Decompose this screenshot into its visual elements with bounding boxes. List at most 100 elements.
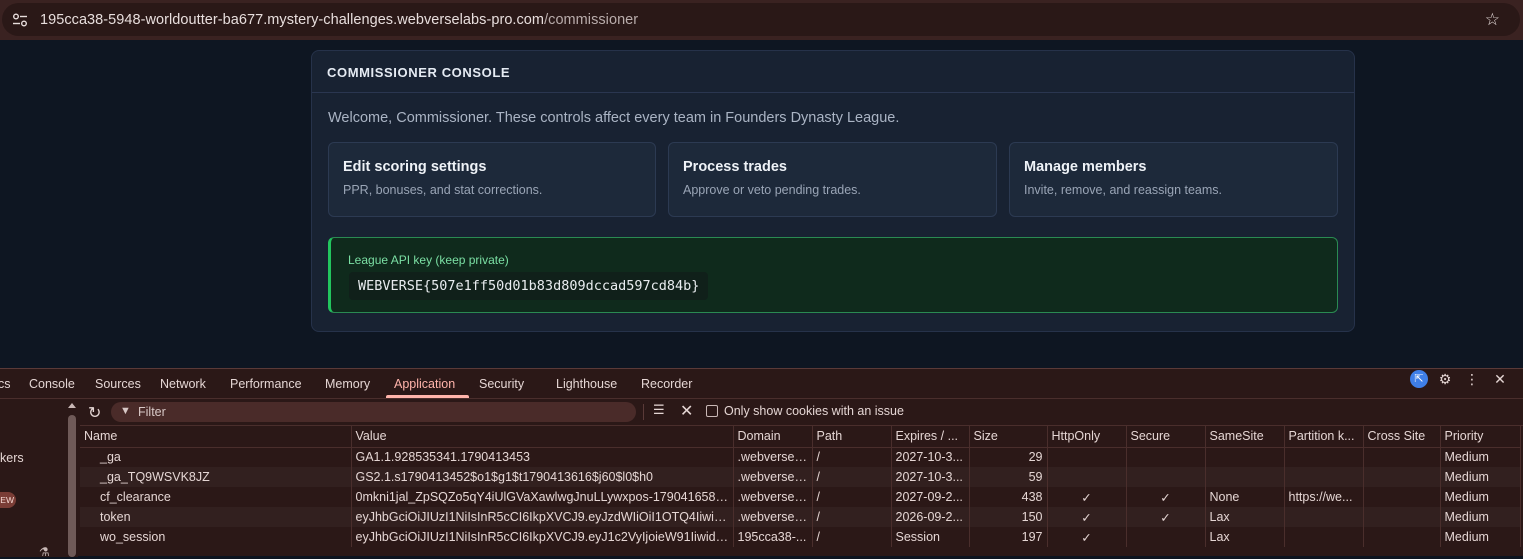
cell-size: 59 [969, 467, 1048, 487]
only-issue-label: Only show cookies with an issue [724, 404, 904, 418]
sidebar-scrollbar[interactable] [66, 399, 78, 557]
cell-path: / [812, 507, 892, 527]
cookies-toolbar: ↻ ▼ Filter ☰ ✕ Only show cookies with an… [80, 399, 1523, 426]
page-content: COMMISSIONER CONSOLE Welcome, Commission… [0, 40, 1523, 368]
tab-recorder[interactable]: Recorder [641, 377, 692, 391]
cell-samesite: None [1205, 487, 1285, 507]
clear-icon[interactable]: ✕ [680, 401, 693, 421]
cell-httponly [1047, 447, 1127, 467]
cell-partition: https://we... [1284, 487, 1364, 507]
cell-name: _ga [80, 447, 352, 467]
cell-secure [1126, 467, 1206, 487]
col-secure[interactable]: Secure [1126, 426, 1206, 448]
tile-edit-scoring[interactable]: Edit scoring settings PPR, bonuses, and … [328, 142, 656, 217]
cell-size: 150 [969, 507, 1048, 527]
table-header-row: Name Value Domain Path Expires / ... Siz… [80, 426, 1521, 448]
tab-memory[interactable]: Memory [325, 377, 370, 391]
col-name[interactable]: Name [80, 426, 352, 448]
cell-priority: Medium [1440, 507, 1521, 527]
commissioner-console-card: COMMISSIONER CONSOLE Welcome, Commission… [311, 50, 1355, 332]
col-value[interactable]: Value [351, 426, 734, 448]
tile-title: Edit scoring settings [343, 159, 487, 175]
table-row[interactable]: cf_clearance 0mkni1jal_ZpSQZo5qY4iUlGVaXa… [80, 487, 1521, 507]
table-row[interactable]: wo_session eyJhbGciOiJIUzI1NiIsInR5cCI6Ik… [80, 527, 1521, 547]
filter-input[interactable]: ▼ Filter [111, 402, 636, 422]
col-httponly[interactable]: HttpOnly [1047, 426, 1127, 448]
cell-path: / [812, 447, 892, 467]
cell-path: / [812, 467, 892, 487]
tab-network[interactable]: Network [160, 377, 206, 391]
col-expires[interactable]: Expires / ... [891, 426, 970, 448]
table-row[interactable]: _ga GA1.1.928535341.1790413453 .webversel.… [80, 447, 1521, 467]
cell-cross-site [1363, 527, 1441, 547]
star-outline-icon[interactable]: ☆ [1485, 10, 1500, 30]
cell-samesite [1205, 447, 1285, 467]
tile-manage-members[interactable]: Manage members Invite, remove, and reass… [1009, 142, 1338, 217]
cookies-table: Name Value Domain Path Expires / ... Siz… [80, 426, 1521, 547]
cell-name: wo_session [80, 527, 352, 547]
cell-httponly: ✓ [1047, 487, 1127, 507]
funnel-icon: ▼ [120, 405, 131, 417]
tile-process-trades[interactable]: Process trades Approve or veto pending t… [668, 142, 997, 217]
cell-samesite: Lax [1205, 507, 1285, 527]
cell-domain: .webversel... [733, 447, 813, 467]
tab-lighthouse[interactable]: Lighthouse [556, 377, 617, 391]
col-priority[interactable]: Priority [1440, 426, 1521, 448]
tab-console[interactable]: Console [29, 377, 75, 391]
cell-secure: ✓ [1126, 507, 1206, 527]
devtools-panel: cs Console Sources Network Performance M… [0, 368, 1523, 559]
sidebar-item-workers[interactable]: kers [0, 451, 24, 465]
cell-name: cf_clearance [80, 487, 352, 507]
tab-elements[interactable]: cs [0, 377, 11, 391]
omnibox[interactable]: 195cca38-5948-worldoutter-ba677.mystery-… [2, 3, 1520, 36]
cell-partition [1284, 507, 1364, 527]
refresh-icon[interactable]: ↻ [88, 403, 101, 423]
cell-name: _ga_TQ9WSVK8JZ [80, 467, 352, 487]
cell-httponly: ✓ [1047, 507, 1127, 527]
col-partition-key[interactable]: Partition k... [1284, 426, 1364, 448]
cell-priority: Medium [1440, 527, 1521, 547]
devtools-tab-bar: cs Console Sources Network Performance M… [0, 369, 1523, 399]
col-path[interactable]: Path [812, 426, 892, 448]
tab-security[interactable]: Security [479, 377, 524, 391]
cell-domain: .webversel... [733, 507, 813, 527]
tile-desc: Invite, remove, and reassign teams. [1024, 183, 1223, 197]
tab-application[interactable]: Application [394, 377, 455, 391]
cell-path: / [812, 527, 892, 547]
cell-value: eyJhbGciOiJIUzI1NiIsInR5cCI6IkpXVCJ9.eyJ… [351, 507, 734, 527]
cell-name: token [80, 507, 352, 527]
scroll-up-icon[interactable] [68, 403, 76, 408]
col-domain[interactable]: Domain [733, 426, 813, 448]
scroll-thumb[interactable] [68, 415, 76, 557]
tile-desc: Approve or veto pending trades. [683, 183, 861, 197]
col-cross-site[interactable]: Cross Site [1363, 426, 1441, 448]
table-row[interactable]: token eyJhbGciOiJIUzI1NiIsInR5cCI6IkpXVCJ… [80, 507, 1521, 527]
more-vert-icon[interactable]: ⋮ [1462, 369, 1482, 389]
cell-domain: .webversel... [733, 487, 813, 507]
cell-partition [1284, 447, 1364, 467]
tab-performance[interactable]: Performance [230, 377, 302, 391]
cell-expires: 2027-10-3... [891, 447, 970, 467]
clear-filtered-icon[interactable]: ☰ [653, 402, 665, 418]
tile-title: Process trades [683, 159, 787, 175]
url-text[interactable]: 195cca38-5948-worldoutter-ba677.mystery-… [40, 12, 638, 28]
cell-cross-site [1363, 447, 1441, 467]
api-key-value[interactable]: WEBVERSE{507e1ff50d01b83d809dccad597cd84… [349, 272, 709, 300]
cell-samesite: Lax [1205, 527, 1285, 547]
card-title: COMMISSIONER CONSOLE [312, 51, 1354, 93]
only-issue-checkbox[interactable] [706, 405, 718, 417]
col-size[interactable]: Size [969, 426, 1048, 448]
close-icon[interactable]: ✕ [1490, 369, 1510, 389]
device-toolbar-icon[interactable]: ⇱ [1410, 370, 1428, 388]
gear-icon[interactable]: ⚙ [1435, 369, 1455, 389]
cell-priority: Medium [1440, 467, 1521, 487]
flask-icon[interactable]: ⚗ [39, 545, 50, 559]
cell-value: 0mkni1jal_ZpSQZo5qY4iUlGVaXawlwgJnuLLywx… [351, 487, 734, 507]
cell-size: 197 [969, 527, 1048, 547]
cell-value: GA1.1.928535341.1790413453 [351, 447, 734, 467]
col-samesite[interactable]: SameSite [1205, 426, 1285, 448]
cell-secure [1126, 527, 1206, 547]
tune-icon[interactable] [12, 13, 28, 27]
table-row[interactable]: _ga_TQ9WSVK8JZ GS2.1.s1790413452$o1$g1$t1… [80, 467, 1521, 487]
tab-sources[interactable]: Sources [95, 377, 141, 391]
